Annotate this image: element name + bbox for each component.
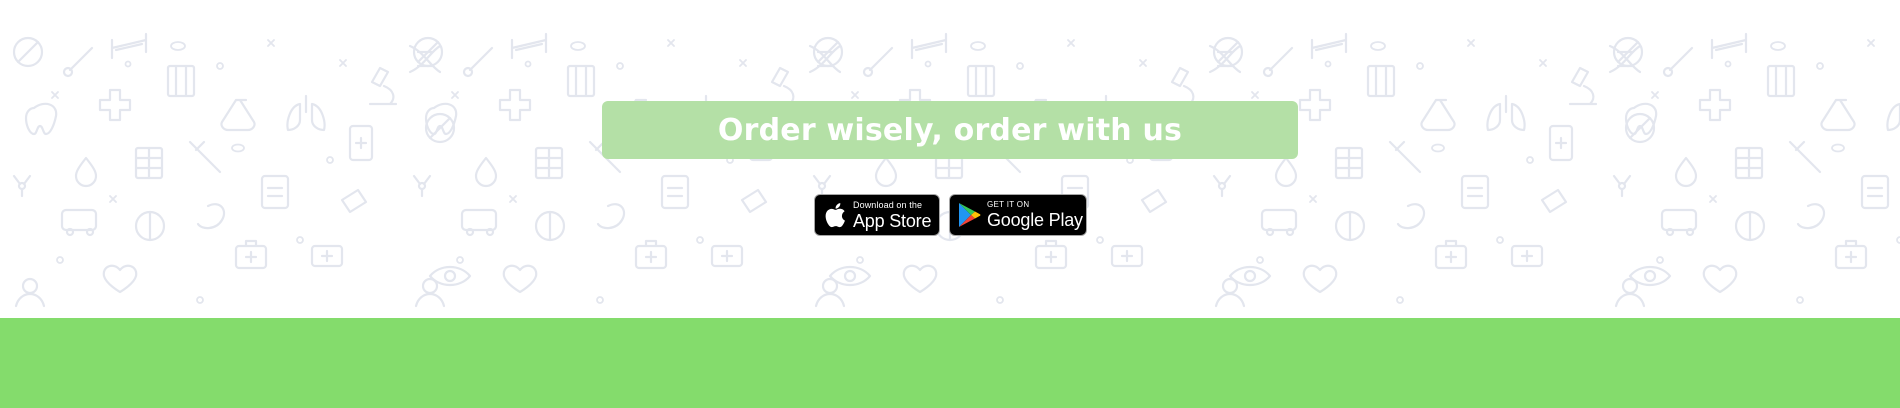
pill-half-icon [134,210,166,242]
pill-icon [12,36,44,68]
syringe-icon [188,140,222,174]
footer-bar [0,318,1900,408]
pill-icon [424,112,456,144]
apple-icon [823,201,847,229]
tagline-text: Order wisely, order with us [717,112,1183,148]
google-play-button[interactable]: GET IT ON Google Play [949,194,1087,236]
stomach-icon [196,203,226,230]
app-store-large-text: App Store [853,210,932,231]
chart-sheet-icon [134,146,164,180]
tooth-icon [24,102,58,136]
microscope-icon [368,66,398,106]
app-store-badges: Download on the App Store GET IT ON Goog… [814,194,1087,236]
cross-icon [98,88,132,122]
first-aid-icon [310,244,344,268]
radiation-icon [12,174,32,198]
google-play-icon [957,201,981,229]
thermometer-icon [62,46,94,78]
hospital-bed-icon [110,32,148,60]
clipboard-icon [260,174,290,210]
medical-pattern-background [0,0,1900,318]
doctor-icon [14,277,46,308]
drop-icon [74,156,98,188]
tagline-banner: Order wisely, order with us [602,101,1298,159]
heart-icon [102,264,138,294]
decor-dots [51,39,347,304]
flask-icon [220,98,256,132]
lungs-icon [286,94,326,132]
google-play-small-text: GET IT ON [987,200,1030,209]
test-tubes-icon [166,64,196,98]
ambulance-icon [60,208,98,237]
medical-icons-pattern [12,32,1900,308]
medical-bag-icon [234,239,268,270]
app-store-button[interactable]: Download on the App Store [814,194,940,236]
bandage-icon [340,188,368,214]
app-store-small-text: Download on the [853,199,923,210]
google-play-large-text: Google Play [987,210,1083,230]
tablet-icon [348,124,374,162]
